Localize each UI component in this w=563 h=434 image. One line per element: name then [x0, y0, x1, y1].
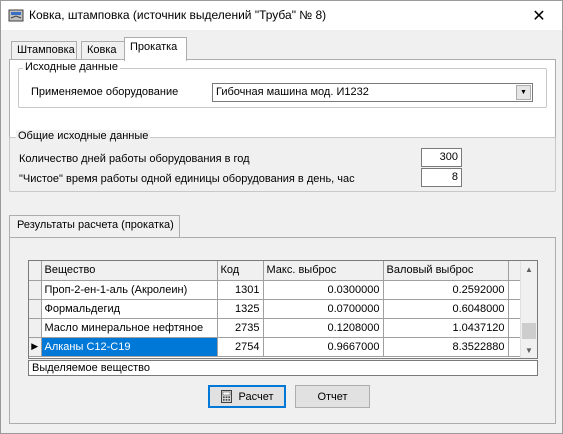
tab-forging[interactable]: Ковка	[81, 41, 125, 60]
initial-data-legend: Исходные данные	[23, 61, 120, 73]
close-button[interactable]: ✕	[516, 1, 562, 30]
cell-code[interactable]: 1301	[217, 280, 264, 300]
cell-gross[interactable]: 0.2592000	[383, 280, 509, 300]
scroll-up-icon[interactable]: ▲	[521, 261, 537, 277]
cell-substance[interactable]: Формальдегид	[41, 299, 218, 319]
report-button-label: Отчет	[317, 390, 348, 403]
column-header-gross[interactable]: Валовый выброс	[383, 261, 509, 281]
general-data-group: Общие исходные данные Количество дней ра…	[9, 130, 556, 192]
results-table: Вещество Код Макс. выброс Валовый выброс…	[29, 261, 523, 357]
table-row[interactable]: Формальдегид 1325 0.0700000 0.6048000	[29, 299, 523, 319]
cell-max[interactable]: 0.9667000	[263, 337, 384, 357]
scroll-down-icon[interactable]: ▼	[521, 342, 537, 358]
dialog-window: Ковка, штамповка (источник выделений "Тр…	[0, 0, 563, 434]
tab-label: Прокатка	[130, 41, 178, 53]
grid-vertical-scrollbar[interactable]: ▲ ▼	[520, 261, 537, 358]
cell-code[interactable]: 2754	[217, 337, 264, 357]
column-header-substance[interactable]: Вещество	[41, 261, 218, 281]
hours-input[interactable]: 8	[421, 168, 462, 187]
row-indicator	[29, 299, 42, 319]
cell-code[interactable]: 1325	[217, 299, 264, 319]
cell-substance[interactable]: Проп-2-ен-1-аль (Акролеин)	[41, 280, 218, 300]
cell-gross[interactable]: 0.6048000	[383, 299, 509, 319]
general-data-legend: Общие исходные данные	[16, 130, 151, 142]
row-indicator	[29, 318, 42, 338]
window-title: Ковка, штамповка (источник выделений "Тр…	[29, 8, 327, 22]
calculator-icon	[220, 390, 232, 403]
equipment-select[interactable]: Гибочная машина мод. И1232 ▼	[212, 83, 533, 102]
scroll-thumb[interactable]	[522, 323, 536, 339]
cell-code[interactable]: 2735	[217, 318, 264, 338]
column-header-code[interactable]: Код	[217, 261, 264, 281]
table-row[interactable]: Проп-2-ен-1-аль (Акролеин) 1301 0.030000…	[29, 280, 523, 300]
results-panel: Вещество Код Макс. выброс Валовый выброс…	[9, 237, 556, 424]
dialog-client: Штамповка Ковка Прокатка Исходные данные…	[1, 30, 562, 433]
tab-results[interactable]: Результаты расчета (прокатка)	[9, 215, 180, 238]
cell-substance[interactable]: Алканы С12-С19	[41, 337, 218, 357]
results-grid[interactable]: Вещество Код Макс. выброс Валовый выброс…	[28, 260, 538, 359]
equipment-label: Применяемое оборудование	[31, 86, 179, 98]
chevron-down-icon[interactable]: ▼	[516, 85, 531, 100]
cell-max[interactable]: 0.0300000	[263, 280, 384, 300]
report-button[interactable]: Отчет	[295, 385, 370, 408]
tab-rolling[interactable]: Прокатка	[124, 37, 187, 61]
row-indicator-header	[29, 261, 42, 281]
table-row-selected[interactable]: ▶ Алканы С12-С19 2754 0.9667000 8.352288…	[29, 337, 523, 357]
equipment-value: Гибочная машина мод. И1232	[216, 86, 369, 98]
current-row-arrow-icon: ▶	[29, 337, 42, 357]
calculate-button-label: Расчет	[238, 390, 274, 403]
days-label: Количество дней работы оборудования в го…	[19, 153, 250, 165]
cell-gross[interactable]: 1.0437120	[383, 318, 509, 338]
tab-label: Ковка	[87, 44, 117, 56]
table-header-row: Вещество Код Макс. выброс Валовый выброс	[29, 261, 523, 281]
app-icon	[8, 9, 24, 22]
cell-substance[interactable]: Масло минеральное нефтяное	[41, 318, 218, 338]
table-row[interactable]: Масло минеральное нефтяное 2735 0.120800…	[29, 318, 523, 338]
calculate-button[interactable]: Расчет	[208, 385, 286, 408]
hours-label: "Чистое" время работы одной единицы обор…	[19, 173, 355, 185]
tab-stamping[interactable]: Штамповка	[11, 41, 77, 60]
tab-label: Результаты расчета (прокатка)	[17, 219, 174, 231]
close-icon: ✕	[532, 7, 546, 25]
tab-label: Штамповка	[17, 44, 75, 56]
cell-gross[interactable]: 8.3522880	[383, 337, 509, 357]
column-header-max[interactable]: Макс. выброс	[263, 261, 384, 281]
cell-max[interactable]: 0.0700000	[263, 299, 384, 319]
row-indicator	[29, 280, 42, 300]
title-bar[interactable]: Ковка, штамповка (источник выделений "Тр…	[1, 1, 562, 30]
initial-data-group: Исходные данные Применяемое оборудование…	[18, 61, 547, 108]
days-input[interactable]: 300	[421, 148, 462, 167]
selected-substance-status: Выделяемое вещество	[28, 360, 538, 376]
cell-max[interactable]: 0.1208000	[263, 318, 384, 338]
